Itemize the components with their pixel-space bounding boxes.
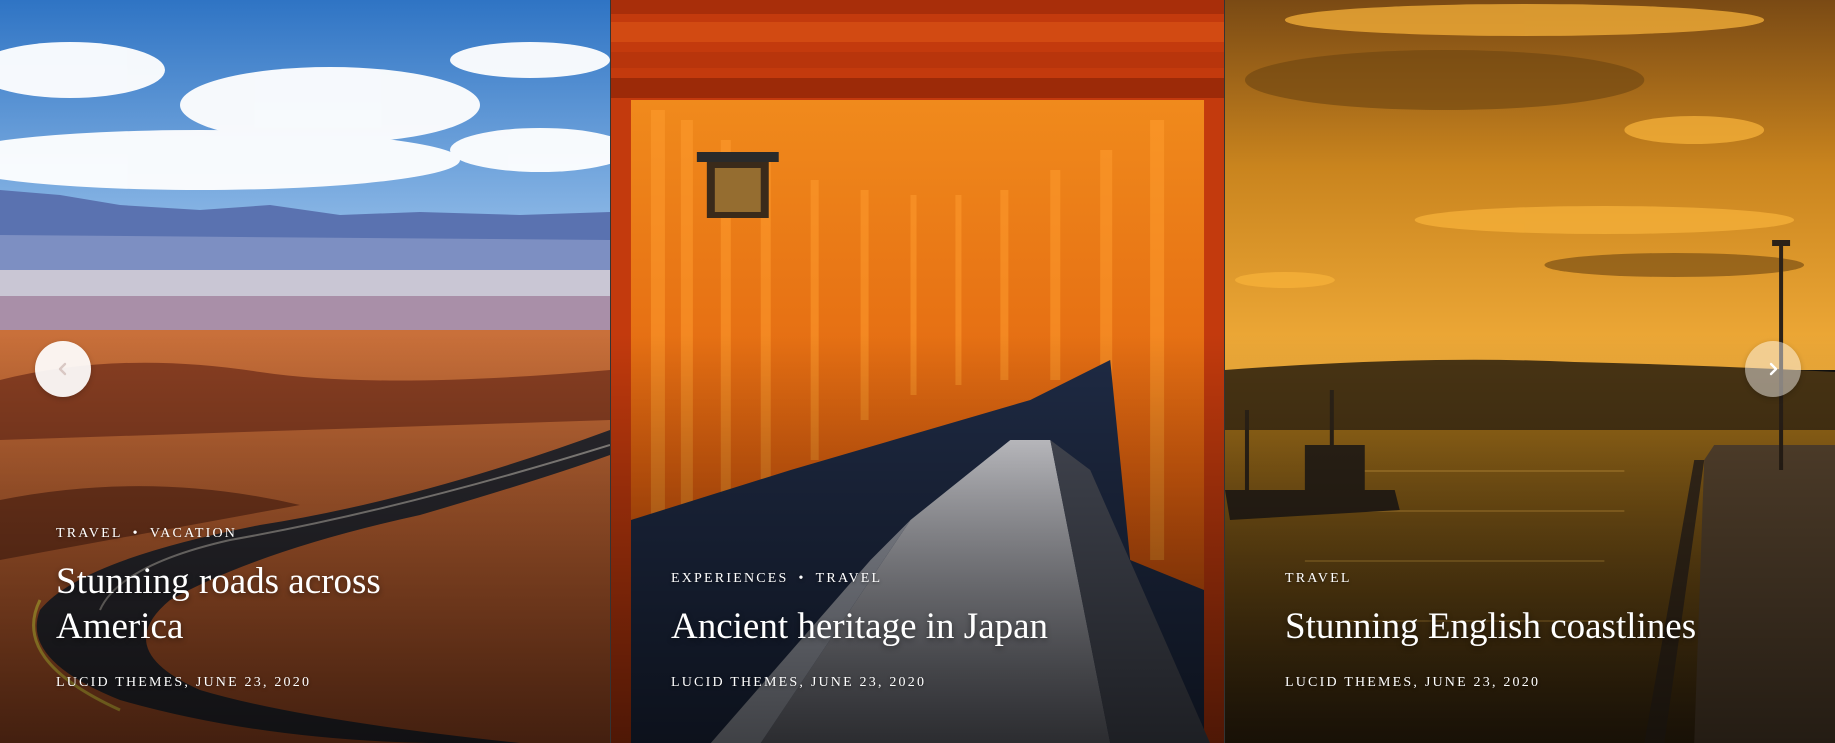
slide-1[interactable]: Travel • Vacation Stunning roads across Am… [0, 0, 610, 743]
category-link[interactable]: Vacation [150, 526, 237, 541]
separator-dot: • [798, 570, 806, 586]
post-slider: Travel • Vacation Stunning roads across Am… [0, 0, 1835, 743]
slide-3-caption: Travel Stunning English coastlines Lucid… [1225, 571, 1835, 743]
slide-3-categories: Travel [1285, 571, 1795, 587]
slide-3-title[interactable]: Stunning English coastlines [1285, 605, 1795, 649]
category-link[interactable]: Travel [56, 526, 123, 541]
category-link[interactable]: Travel [816, 571, 883, 586]
category-link[interactable]: Experiences [671, 571, 789, 586]
slide-3-meta: Lucid Themes, June 23, 2020 [1285, 675, 1541, 690]
slide-1-categories: Travel • Vacation [56, 526, 570, 542]
slide-2-categories: Experiences • Travel [671, 571, 1184, 587]
slide-2-caption: Experiences • Travel Ancient heritage in J… [611, 571, 1224, 743]
slide-2[interactable]: Experiences • Travel Ancient heritage in J… [610, 0, 1224, 743]
slide-1-caption: Travel • Vacation Stunning roads across Am… [0, 526, 610, 743]
category-link[interactable]: Travel [1285, 571, 1352, 586]
slide-3[interactable]: Travel Stunning English coastlines Lucid… [1224, 0, 1835, 743]
next-slide-button[interactable] [1745, 341, 1801, 397]
chevron-left-icon [58, 362, 67, 376]
slide-1-title[interactable]: Stunning roads across America [56, 560, 456, 649]
previous-slide-button[interactable] [35, 341, 91, 397]
chevron-right-icon [1769, 362, 1778, 376]
slide-2-meta: Lucid Themes, June 23, 2020 [671, 675, 927, 690]
separator-dot: • [132, 526, 140, 542]
slide-1-meta: Lucid Themes, June 23, 2020 [56, 675, 312, 690]
slide-2-title[interactable]: Ancient heritage in Japan [671, 605, 1184, 649]
